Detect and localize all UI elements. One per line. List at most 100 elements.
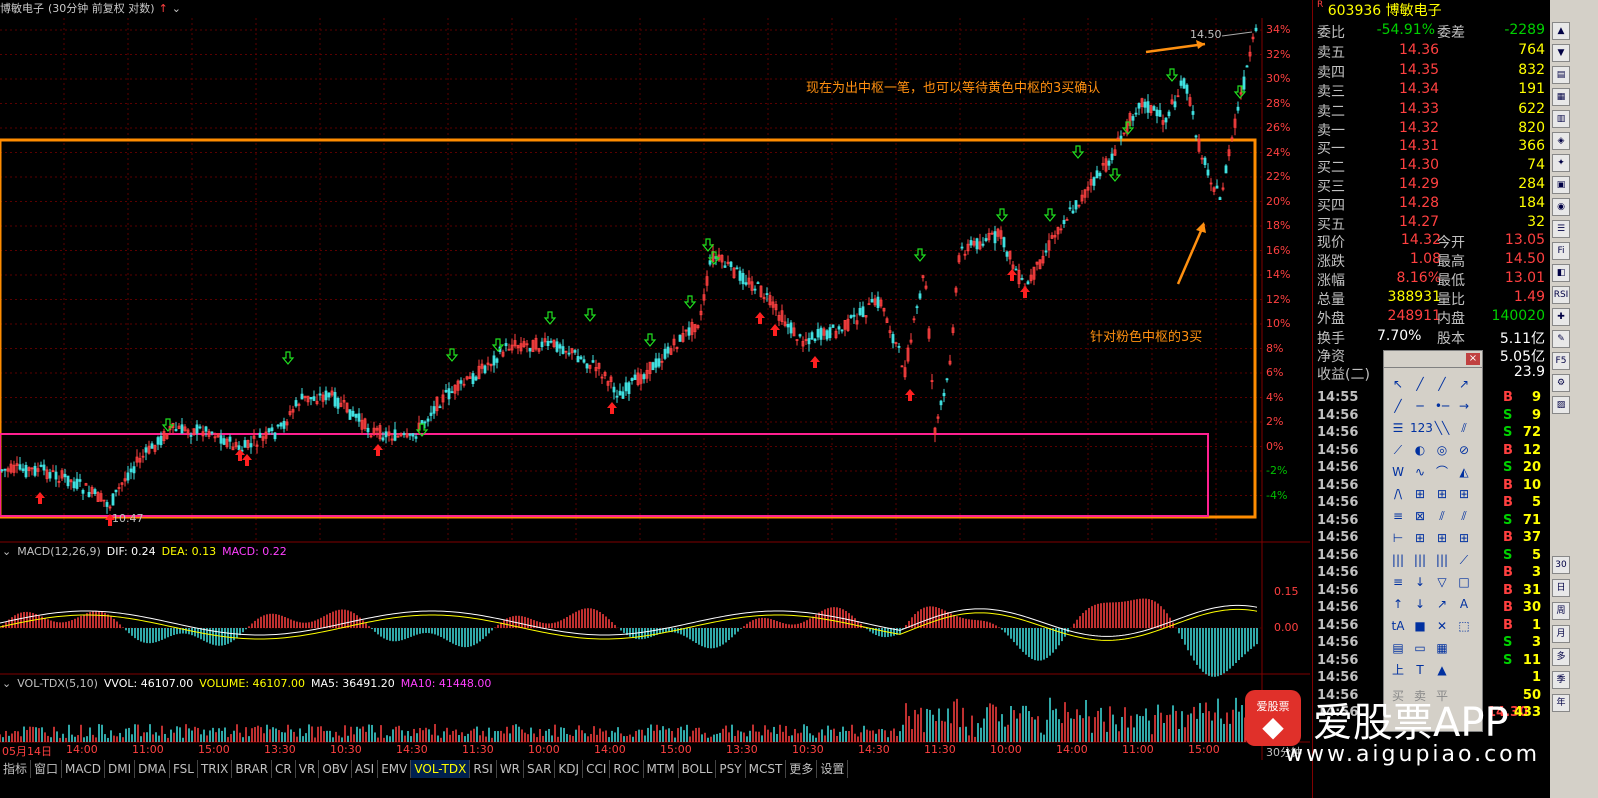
drawing-tool-icon[interactable] xyxy=(1454,661,1474,679)
vol-title[interactable]: VOL-TDX(5,10) xyxy=(17,677,98,690)
drawing-tool-icon[interactable]: ☰ xyxy=(1388,419,1408,437)
drawing-tool-icon[interactable]: ╱ xyxy=(1410,375,1430,393)
drawing-tool-icon[interactable]: ▭ xyxy=(1410,639,1430,657)
macd-title[interactable]: MACD(12,26,9) xyxy=(17,545,101,558)
drawing-tool-icon[interactable]: ⟋ xyxy=(1388,441,1408,459)
tab-emv[interactable]: EMV xyxy=(378,760,412,778)
tab-trix[interactable]: TRIX xyxy=(198,760,233,778)
drawing-tool-icon[interactable]: ⊞ xyxy=(1410,485,1430,503)
drawing-tool-icon[interactable]: ⌒ xyxy=(1432,463,1452,481)
vol-dropdown-icon[interactable]: ⌄ xyxy=(2,677,11,690)
orderbook-row[interactable]: 买二 14.30 74 xyxy=(1317,157,1545,176)
drawing-tool-icon[interactable]: ⊞ xyxy=(1454,529,1474,547)
drawing-tool-icon[interactable]: ||| xyxy=(1388,551,1408,569)
drawing-tool-icon[interactable]: ||| xyxy=(1410,551,1430,569)
orderbook-row[interactable]: 买三 14.29 284 xyxy=(1317,176,1545,195)
tab-macd[interactable]: MACD xyxy=(62,760,106,778)
side-tool-icon[interactable]: RSI xyxy=(1552,286,1570,304)
drawing-tool-icon[interactable]: 上 xyxy=(1388,661,1408,679)
drawing-tool-icon[interactable]: A xyxy=(1454,595,1474,613)
drawing-tool-icon[interactable]: ⬚ xyxy=(1454,617,1474,635)
drawing-tool-icon[interactable]: ⟋ xyxy=(1454,551,1474,569)
period-button[interactable]: 日 xyxy=(1552,579,1570,597)
drawing-tool-icon[interactable]: ⊞ xyxy=(1432,485,1452,503)
side-tool-icon[interactable]: ◈ xyxy=(1552,132,1570,150)
side-tool-icon[interactable]: ▲ xyxy=(1552,22,1570,40)
side-tool-icon[interactable]: ▼ xyxy=(1552,44,1570,62)
tab-指标[interactable]: 指标 xyxy=(0,760,32,778)
drawing-tools-palette[interactable]: × ↖ ╱ ╱ ↗ ╱ ─ •─ → ☰ 123 ╲╲ ⫽ ⟋ ◐ ◎ ⊘ W ∿ ⌒ ◭/\ ⊞ ⊞ ⊞ ≡ ⊠ ⫽ ⫽ ⊢ ⊞ ⊞ ⊞ |… xyxy=(1383,350,1483,732)
drawing-tool-icon[interactable]: W xyxy=(1388,463,1408,481)
close-icon[interactable]: × xyxy=(1466,353,1480,365)
orderbook-row[interactable]: 卖二 14.33 622 xyxy=(1317,101,1545,120)
orderbook-row[interactable]: 卖四 14.35 832 xyxy=(1317,62,1545,81)
drawing-tool-icon[interactable]: •─ xyxy=(1432,397,1452,415)
tab-vr[interactable]: VR xyxy=(296,760,320,778)
side-tool-icon[interactable]: ▤ xyxy=(1552,66,1570,84)
tab-窗口[interactable]: 窗口 xyxy=(31,760,63,778)
kline-chart-area[interactable]: 博敏电子 (30分钟 前复权 对数) ↑ ⌄ 34% 32% 30% 28% 26% 24% 22… xyxy=(0,0,1310,798)
tab-asi[interactable]: ASI xyxy=(352,760,379,778)
drawing-tool-icon[interactable]: ─ xyxy=(1410,397,1430,415)
drawing-tool-icon[interactable]: ≡ xyxy=(1388,507,1408,525)
drawing-tool-icon[interactable]: ✕ xyxy=(1432,617,1452,635)
macd-dropdown-icon[interactable]: ⌄ xyxy=(2,545,11,558)
side-tool-icon[interactable]: ▣ xyxy=(1552,176,1570,194)
drawing-tool-icon[interactable]: T xyxy=(1410,661,1430,679)
drawing-tool-icon[interactable]: ⊢ xyxy=(1388,529,1408,547)
drawing-tool-icon[interactable]: ↑ xyxy=(1388,595,1408,613)
tab-fsl[interactable]: FSL xyxy=(170,760,198,778)
drawing-tool-icon[interactable]: ╲╲ xyxy=(1432,419,1452,437)
chart-canvas[interactable] xyxy=(0,0,1310,760)
drawing-tool-icon[interactable]: ⊞ xyxy=(1454,485,1474,503)
drawing-tool-icon[interactable]: /\ xyxy=(1388,485,1408,503)
drawing-tool-icon[interactable]: ⊠ xyxy=(1410,507,1430,525)
side-tool-icon[interactable]: ▨ xyxy=(1552,396,1570,414)
side-tool-icon[interactable]: ▦ xyxy=(1552,88,1570,106)
tab-mcst[interactable]: MCST xyxy=(746,760,787,778)
drawing-tool-icon[interactable]: ◎ xyxy=(1432,441,1452,459)
period-button[interactable]: 周 xyxy=(1552,602,1570,620)
drawing-tool-icon[interactable]: ⊞ xyxy=(1432,529,1452,547)
orderbook-row[interactable]: 卖五 14.36 764 xyxy=(1317,42,1545,61)
drawing-tool-icon[interactable]: ||| xyxy=(1432,551,1452,569)
drawing-tool-icon[interactable]: □ xyxy=(1454,573,1474,591)
drawing-tool-icon[interactable]: tA xyxy=(1388,617,1408,635)
tab-wr[interactable]: WR xyxy=(497,760,525,778)
period-button[interactable]: 多 xyxy=(1552,648,1570,666)
drawing-tool-icon[interactable]: ⊞ xyxy=(1410,529,1430,547)
side-tool-icon[interactable]: Fi xyxy=(1552,242,1570,260)
drawing-tool-icon[interactable] xyxy=(1454,639,1474,657)
orderbook-row[interactable]: 卖一 14.32 820 xyxy=(1317,120,1545,139)
tab-dmi[interactable]: DMI xyxy=(105,760,136,778)
drawing-tool-icon[interactable]: ■ xyxy=(1410,617,1430,635)
tab-rsi[interactable]: RSI xyxy=(470,760,497,778)
drawing-tool-icon[interactable]: ⫽ xyxy=(1454,419,1474,437)
drawing-tool-icon[interactable]: ≡ xyxy=(1388,573,1408,591)
drawing-tool-icon[interactable]: ∿ xyxy=(1410,463,1430,481)
orderbook-row[interactable]: 买五 14.27 32 xyxy=(1317,214,1545,233)
period-button[interactable]: 月 xyxy=(1552,625,1570,643)
tab-cci[interactable]: CCI xyxy=(583,760,611,778)
drawing-tool-icon[interactable]: 123 xyxy=(1410,419,1433,437)
tab-设置[interactable]: 设置 xyxy=(817,760,849,778)
drawing-tool-icon[interactable]: ↓ xyxy=(1410,595,1430,613)
side-tool-icon[interactable]: ✎ xyxy=(1552,330,1570,348)
tab-kdj[interactable]: KDJ xyxy=(555,760,584,778)
drawing-tool-icon[interactable]: ▦ xyxy=(1432,639,1452,657)
tab-roc[interactable]: ROC xyxy=(610,760,644,778)
tab-sar[interactable]: SAR xyxy=(524,760,556,778)
tab-vol-tdx[interactable]: VOL-TDX xyxy=(411,760,471,778)
drawing-tool-icon[interactable]: ╱ xyxy=(1432,375,1452,393)
tab-dma[interactable]: DMA xyxy=(135,760,170,778)
drawing-tool-icon[interactable]: ▽ xyxy=(1432,573,1452,591)
drawing-tool-icon[interactable]: ↓ xyxy=(1410,573,1430,591)
side-tool-icon[interactable]: ✦ xyxy=(1552,154,1570,172)
drawing-tool-icon[interactable]: ⊘ xyxy=(1454,441,1474,459)
orderbook-row[interactable]: 卖三 14.34 191 xyxy=(1317,81,1545,100)
side-tool-icon[interactable]: ☰ xyxy=(1552,220,1570,238)
drawing-tool-icon[interactable]: ↗ xyxy=(1454,375,1474,393)
period-button[interactable]: 季 xyxy=(1552,671,1570,689)
drawing-tool-icon[interactable]: ↖ xyxy=(1388,375,1408,393)
tab-mtm[interactable]: MTM xyxy=(644,760,679,778)
